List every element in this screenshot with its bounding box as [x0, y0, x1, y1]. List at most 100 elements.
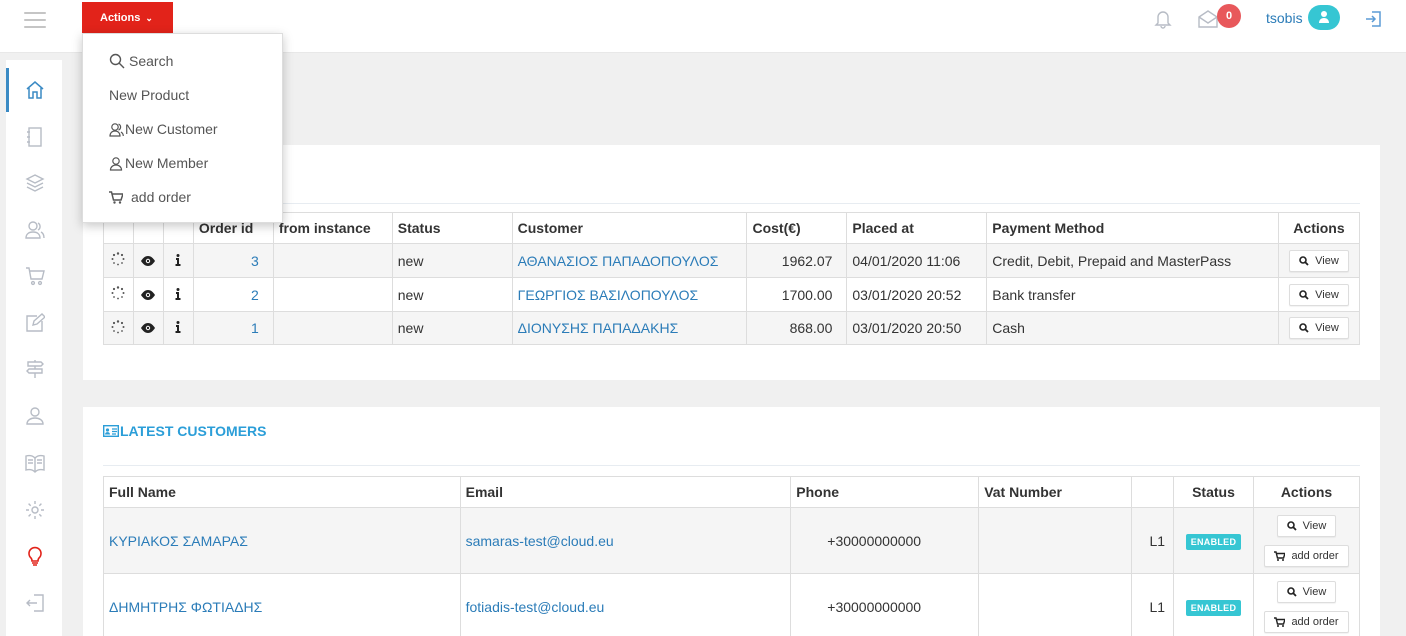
- order-id-link[interactable]: 3: [192, 243, 274, 278]
- user-icon: [1319, 11, 1329, 23]
- avatar[interactable]: [1308, 5, 1340, 30]
- customer-name-link[interactable]: ΚΥΡΙΑΚΟΣ ΣΑΜΑΡΑΣ: [103, 507, 461, 574]
- phone-cell: +30000000000: [790, 573, 980, 636]
- sidebar-item-signpost[interactable]: [6, 347, 62, 391]
- view-button[interactable]: View: [1289, 317, 1349, 339]
- column-header-customer[interactable]: Customer: [511, 212, 748, 244]
- layers-icon: [25, 174, 45, 192]
- vat-cell: [978, 573, 1133, 636]
- view-button[interactable]: View: [1289, 249, 1349, 272]
- column-header-placed-at[interactable]: Placed at: [846, 212, 988, 244]
- menu-item-search[interactable]: Search: [109, 51, 173, 71]
- column-header-email[interactable]: Email: [459, 476, 792, 508]
- section-title: LATEST CUSTOMERS: [103, 423, 267, 439]
- spinner-icon[interactable]: [103, 243, 134, 278]
- users-icon: [109, 122, 124, 137]
- cart-icon: [1274, 550, 1286, 561]
- sidebar-item-layers[interactable]: [6, 161, 62, 205]
- search-icon: [1299, 255, 1309, 266]
- latest-customers-panel: LATEST CUSTOMERS Full Name Email Phone V…: [83, 407, 1380, 636]
- sidebar-item-settings[interactable]: [6, 488, 62, 532]
- column-header-status[interactable]: Status: [391, 212, 513, 244]
- table-row: ΔΗΜΗΤΡΗΣ ΦΩΤΙΑΔΗΣ fotiadis-test@cloud.eu…: [103, 573, 1361, 636]
- customer-link[interactable]: ΔΙΟΝΥΣΗΣ ΠΑΠΑΔΑΚΗΣ: [511, 311, 748, 345]
- menu-toggle-icon[interactable]: [24, 12, 46, 30]
- sidebar-item-book[interactable]: [6, 441, 62, 485]
- column-header-actions: Actions: [1252, 476, 1361, 508]
- customer-email-link[interactable]: samaras-test@cloud.eu: [459, 507, 792, 574]
- bulb-icon: [28, 546, 42, 566]
- column-header-phone[interactable]: Phone: [790, 476, 980, 508]
- add-order-button[interactable]: add order: [1264, 544, 1349, 567]
- instance-cell: [272, 311, 393, 345]
- table-row: 1 new ΔΙΟΝΥΣΗΣ ΠΑΠΑΔΑΚΗΣ 868.00 03/01/20…: [103, 311, 1361, 345]
- status-badge: ENABLED: [1185, 533, 1242, 550]
- username-link[interactable]: tsobis: [1266, 10, 1303, 26]
- sidebar-item-cart[interactable]: [6, 254, 62, 298]
- search-icon: [1299, 289, 1309, 300]
- notebook-icon: [27, 127, 42, 147]
- phone-cell: +30000000000: [790, 507, 980, 574]
- customer-email-link[interactable]: fotiadis-test@cloud.eu: [459, 573, 792, 636]
- sidebar-item-logout[interactable]: [6, 581, 62, 625]
- message-count-badge[interactable]: 0: [1217, 4, 1241, 28]
- table-row: 3 new ΑΘΑΝΑΣΙΟΣ ΠΑΠΑΔΟΠΟΥΛΟΣ 1962.07 04/…: [103, 243, 1361, 278]
- spinner-icon[interactable]: [103, 311, 134, 345]
- sidebar-item-home[interactable]: [6, 68, 62, 112]
- sidebar-item-user[interactable]: [6, 394, 62, 438]
- spinner-icon[interactable]: [103, 277, 134, 312]
- column-header-instance[interactable]: from instance: [272, 212, 393, 244]
- envelope-icon[interactable]: [1198, 10, 1218, 28]
- column-header-payment[interactable]: Payment Method: [986, 212, 1279, 244]
- actions-cell: View: [1277, 277, 1361, 312]
- users-icon: [25, 221, 45, 239]
- logout-icon[interactable]: [1364, 10, 1382, 28]
- placed-at-cell: 04/01/2020 11:06: [846, 243, 988, 278]
- sidebar-item-edit[interactable]: [6, 301, 62, 345]
- customer-link[interactable]: ΓΕΩΡΓΙΟΣ ΒΑΣΙΛΟΠΟΥΛΟΣ: [511, 277, 748, 312]
- cart-icon: [26, 267, 45, 286]
- column-header-vat[interactable]: Vat Number: [978, 476, 1133, 508]
- gear-icon: [26, 501, 44, 519]
- payment-cell: Bank transfer: [986, 277, 1279, 312]
- sidebar-item-notebook[interactable]: [6, 115, 62, 159]
- divider: [103, 465, 1360, 466]
- menu-item-add-order[interactable]: add order: [109, 187, 191, 207]
- order-id-link[interactable]: 1: [192, 311, 274, 345]
- menu-item-new-product[interactable]: New Product: [109, 85, 189, 105]
- info-icon[interactable]: [162, 243, 194, 278]
- menu-item-label: add order: [131, 189, 191, 205]
- payment-cell: Credit, Debit, Prepaid and MasterPass: [986, 243, 1279, 278]
- menu-item-label: New Product: [109, 87, 190, 103]
- view-label: View: [1302, 585, 1327, 598]
- bell-icon[interactable]: [1154, 9, 1172, 29]
- actions-button[interactable]: Actions ⌄: [82, 2, 173, 33]
- order-id-link[interactable]: 2: [192, 277, 274, 312]
- column-header-cost[interactable]: Cost(€): [746, 212, 848, 244]
- menu-item-new-customer[interactable]: New Customer: [109, 119, 218, 139]
- view-button[interactable]: View: [1276, 580, 1337, 603]
- level-cell: L1: [1131, 507, 1175, 574]
- search-icon: [1286, 520, 1297, 531]
- info-icon[interactable]: [162, 277, 194, 312]
- eye-icon[interactable]: [132, 311, 164, 345]
- status-cell: new: [391, 277, 513, 312]
- view-label: View: [1315, 322, 1339, 334]
- menu-item-new-member[interactable]: New Member: [109, 153, 208, 173]
- column-header-full-name[interactable]: Full Name: [103, 476, 461, 508]
- instance-cell: [272, 277, 393, 312]
- eye-icon[interactable]: [132, 243, 164, 278]
- info-icon[interactable]: [162, 311, 194, 345]
- view-button[interactable]: View: [1289, 283, 1349, 306]
- sidebar-item-users[interactable]: [6, 208, 62, 252]
- eye-icon[interactable]: [132, 277, 164, 312]
- level-cell: L1: [1131, 573, 1175, 636]
- view-button[interactable]: View: [1276, 514, 1337, 537]
- customer-link[interactable]: ΑΘΑΝΑΣΙΟΣ ΠΑΠΑΔΟΠΟΥΛΟΣ: [511, 243, 748, 278]
- column-header-status[interactable]: Status: [1173, 476, 1254, 508]
- search-icon: [1286, 586, 1297, 597]
- add-order-button[interactable]: add order: [1264, 610, 1349, 633]
- actions-dropdown-menu: Search New Product New Customer New Memb…: [82, 33, 283, 223]
- sidebar-item-ideas[interactable]: [6, 534, 62, 578]
- customer-name-link[interactable]: ΔΗΜΗΤΡΗΣ ΦΩΤΙΑΔΗΣ: [103, 573, 461, 636]
